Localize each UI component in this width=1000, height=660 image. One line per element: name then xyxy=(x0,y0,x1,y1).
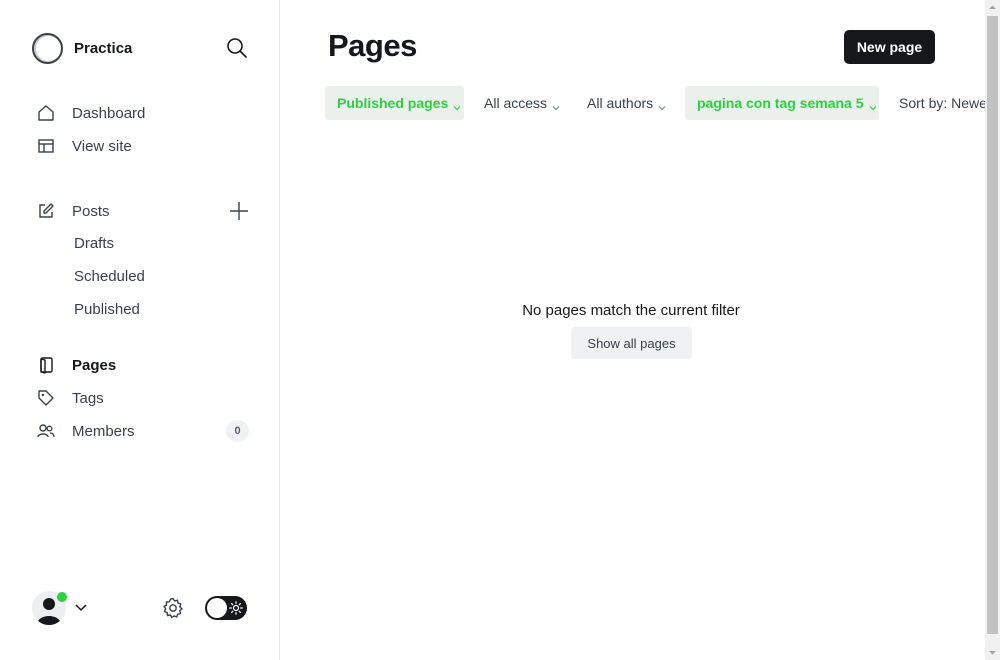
scroll-up-arrow[interactable] xyxy=(985,0,1000,15)
edit-icon xyxy=(36,201,56,221)
sidebar-item-label: Dashboard xyxy=(72,104,146,122)
sun-icon xyxy=(229,601,243,615)
filter-label: All authors xyxy=(587,95,654,111)
filter-sort-dropdown[interactable]: Sort by: Newest xyxy=(899,86,985,120)
gear-icon[interactable] xyxy=(161,596,185,620)
filter-access-dropdown[interactable]: All access xyxy=(484,86,560,120)
sidebar-item-label: Pages xyxy=(72,356,117,374)
toggle-knob xyxy=(207,598,227,618)
page-icon xyxy=(36,355,56,375)
brand-name: Practica xyxy=(74,39,133,57)
layout-icon xyxy=(36,136,56,156)
search-icon[interactable] xyxy=(226,37,248,59)
sidebar-item-members[interactable]: Members xyxy=(36,418,135,444)
filter-authors-dropdown[interactable]: All authors xyxy=(587,86,666,120)
theme-toggle[interactable] xyxy=(205,596,247,620)
filter-tag-dropdown[interactable]: pagina con tag semana 5 xyxy=(685,86,879,120)
show-all-pages-button[interactable]: Show all pages xyxy=(571,327,692,359)
sidebar-subitem-published[interactable]: Published xyxy=(74,299,140,321)
page-title: Pages xyxy=(328,28,417,63)
filter-label: All access xyxy=(484,95,548,111)
sidebar-item-tags[interactable]: Tags xyxy=(36,385,104,411)
members-count-badge: 0 xyxy=(226,420,249,442)
new-page-button[interactable]: New page xyxy=(844,30,935,64)
chevron-down-icon xyxy=(453,99,461,111)
brand[interactable]: Practica xyxy=(32,32,132,64)
filter-label: Published pages xyxy=(337,95,449,111)
sidebar-item-label: Members xyxy=(72,422,135,440)
filter-label: pagina con tag semana 5 xyxy=(697,95,864,111)
filter-bar: Published pages All access All authors p… xyxy=(325,86,985,120)
brand-logo xyxy=(32,32,63,64)
filter-label: Sort by: Newest xyxy=(899,95,985,111)
sidebar-item-pages[interactable]: Pages xyxy=(36,352,116,378)
sidebar-subitem-drafts[interactable]: Drafts xyxy=(74,233,114,255)
sidebar-item-label: View site xyxy=(72,137,132,155)
sidebar-item-dashboard[interactable]: Dashboard xyxy=(36,100,145,126)
plus-icon[interactable] xyxy=(228,200,250,222)
empty-state-message: No pages match the current filter xyxy=(522,302,740,319)
vertical-scrollbar[interactable] xyxy=(985,0,1000,660)
chevron-down-icon xyxy=(869,99,877,111)
online-status-dot xyxy=(57,592,67,602)
scroll-thumb[interactable] xyxy=(987,16,998,634)
filter-type-dropdown[interactable]: Published pages xyxy=(325,86,464,120)
sidebar-item-posts[interactable]: Posts xyxy=(36,198,110,224)
members-icon xyxy=(36,421,56,441)
sidebar-item-label: Posts xyxy=(72,202,110,220)
scroll-down-arrow[interactable] xyxy=(985,645,1000,660)
sidebar-subitem-scheduled[interactable]: Scheduled xyxy=(74,266,145,288)
chevron-down-icon xyxy=(74,603,88,613)
chevron-down-icon xyxy=(658,99,666,111)
sidebar: Practica Dashboard View site Posts Draft… xyxy=(0,0,280,660)
chevron-down-icon xyxy=(552,99,560,111)
sidebar-item-label: Tags xyxy=(72,389,104,407)
app-root: Practica Dashboard View site Posts Draft… xyxy=(0,0,1000,660)
tag-icon xyxy=(36,388,56,408)
sidebar-item-view-site[interactable]: View site xyxy=(36,133,132,159)
home-icon xyxy=(36,103,56,123)
